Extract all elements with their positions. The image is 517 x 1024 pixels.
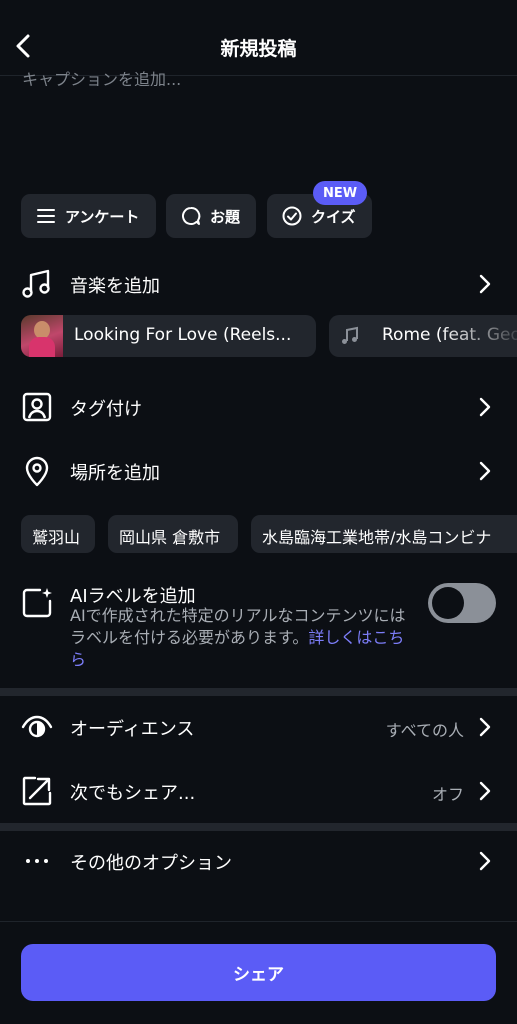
more-options-label: その他のオプション [70,853,232,874]
location-suggestion[interactable]: 鷲羽山 [21,515,95,553]
album-thumbnail [21,315,63,357]
quiz-chip-label: クイズ [311,207,356,226]
music-suggestion-1[interactable]: Looking For Love (Reels... [21,315,316,357]
chevron-right-icon [476,272,494,296]
ai-sparkle-icon [20,586,54,620]
share-elsewhere-value: オフ [431,785,464,804]
add-music-row[interactable]: 音楽を追加 [0,259,517,309]
location-suggestion[interactable]: 岡山県 倉敷市 [108,515,238,553]
new-badge: NEW [313,181,367,205]
music-suggestion-title: Looking For Love (Reels... [74,325,292,345]
eye-icon [20,710,54,744]
audience-value: すべての人 [385,721,464,740]
caption-input[interactable]: キャプションを追加... [22,66,181,86]
section-divider [0,688,517,696]
footer-divider [0,921,517,922]
toggle-knob [432,587,464,619]
music-note-icon [20,267,54,301]
tag-people-label: タグ付け [70,399,142,420]
prompt-chip[interactable]: お題 [166,194,256,238]
music-note-icon [339,325,361,347]
ai-label-toggle[interactable] [428,583,496,623]
chevron-right-icon [476,779,494,803]
chevron-right-icon [476,459,494,483]
audience-label: オーディエンス [70,719,195,740]
poll-chip-label: アンケート [65,207,140,226]
more-dots-icon [20,844,54,878]
share-elsewhere-label: 次でもシェア... [70,783,196,804]
tag-person-icon [20,390,54,424]
page-title: 新規投稿 [220,38,297,60]
chevron-right-icon [476,715,494,739]
share-elsewhere-row[interactable]: 次でもシェア... オフ [0,766,517,816]
list-icon [37,209,55,223]
add-location-row[interactable]: 場所を追加 [0,446,517,496]
more-options-row[interactable]: その他のオプション [0,836,517,886]
chevron-right-icon [476,395,494,419]
header: 新規投稿 [0,0,517,76]
section-divider [0,823,517,831]
share-button[interactable]: シェア [21,944,496,1001]
add-music-label: 音楽を追加 [70,276,160,297]
location-pin-icon [20,454,54,488]
tag-people-row[interactable]: タグ付け [0,382,517,432]
ai-label-description: AIで作成された特定のリアルなコンテンツにはラベルを付ける必要があります。詳しく… [70,605,410,671]
audience-row[interactable]: オーディエンス すべての人 [0,702,517,752]
check-circle-icon [282,206,302,226]
poll-chip[interactable]: アンケート [21,194,156,238]
add-location-label: 場所を追加 [70,463,160,484]
share-arrow-icon [20,774,54,808]
location-suggestion[interactable]: 水島臨海工業地帯/水島コンビナ [251,515,517,553]
chevron-right-icon [476,849,494,873]
prompt-chip-label: お題 [210,207,241,226]
music-suggestion-2[interactable]: Rome (feat. Geo [329,315,517,357]
speech-bubble-icon [182,207,201,225]
